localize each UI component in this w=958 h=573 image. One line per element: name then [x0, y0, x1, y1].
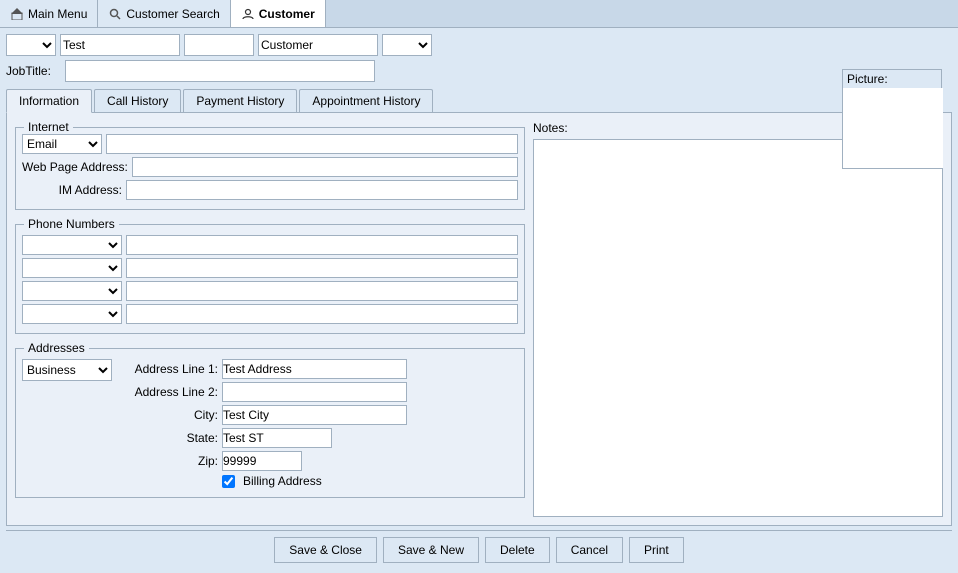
person-icon	[241, 7, 255, 21]
tab-payment-history-btn[interactable]: Payment History	[183, 89, 297, 112]
email-input[interactable]	[106, 134, 518, 154]
phone-type-select-2[interactable]: HomeWorkCellFax	[22, 258, 122, 278]
picture-box	[843, 88, 943, 168]
billing-label: Billing Address	[243, 474, 322, 488]
tab-call-history-btn[interactable]: Call History	[94, 89, 181, 112]
home-icon	[10, 7, 24, 21]
phone-section: Phone Numbers HomeWorkCellFax HomeWorkCe…	[15, 224, 525, 334]
phone-legend: Phone Numbers	[24, 217, 119, 231]
addr-city-label: City:	[118, 408, 218, 422]
addr-line2-input[interactable]	[222, 382, 407, 402]
tab-panel-information: Internet Email Web Page Address: IM Addr…	[6, 112, 952, 526]
addr-line1-input[interactable]	[222, 359, 407, 379]
phone-type-select-3[interactable]: HomeWorkCellFax	[22, 281, 122, 301]
email-type-select[interactable]: Email	[22, 134, 102, 154]
phone-row-3: HomeWorkCellFax	[22, 281, 518, 301]
name-prefix-select[interactable]: Mr. Mrs. Ms. Dr.	[6, 34, 56, 56]
last-name-input[interactable]	[258, 34, 378, 56]
addr-line2-row: Address Line 2:	[118, 382, 518, 402]
phone-type-select-4[interactable]: HomeWorkCellFax	[22, 304, 122, 324]
billing-checkbox[interactable]	[222, 475, 235, 488]
tab-main-menu-label: Main Menu	[28, 7, 87, 21]
title-bar: Main Menu Customer Search Customer	[0, 0, 958, 28]
internet-section: Internet Email Web Page Address: IM Addr…	[15, 127, 525, 210]
phone-input-3[interactable]	[126, 281, 518, 301]
phone-input-4[interactable]	[126, 304, 518, 324]
name-form-row: Mr. Mrs. Ms. Dr. Jr. Sr. II III Picture:	[6, 34, 952, 56]
addr-line1-label: Address Line 1:	[118, 362, 218, 376]
tab-customer-search-label: Customer Search	[126, 7, 219, 21]
addr-state-row: State:	[118, 428, 518, 448]
tab-customer[interactable]: Customer	[231, 0, 326, 27]
webpage-label: Web Page Address:	[22, 160, 128, 174]
webpage-input[interactable]	[132, 157, 518, 177]
jobtitle-row: JobTitle:	[6, 60, 952, 82]
address-type-col: Business Home Other	[22, 359, 112, 491]
phone-row-4: HomeWorkCellFax	[22, 304, 518, 324]
address-type-select[interactable]: Business Home Other	[22, 359, 112, 381]
im-input[interactable]	[126, 180, 518, 200]
addr-city-row: City:	[118, 405, 518, 425]
search-icon	[108, 7, 122, 21]
addr-state-input[interactable]	[222, 428, 332, 448]
tab-customer-search[interactable]: Customer Search	[98, 0, 230, 27]
name-suffix-select[interactable]: Jr. Sr. II III	[382, 34, 432, 56]
tab-customer-label: Customer	[259, 7, 315, 21]
im-label: IM Address:	[22, 183, 122, 197]
tab-left-col: Internet Email Web Page Address: IM Addr…	[15, 121, 525, 517]
addr-zip-label: Zip:	[118, 454, 218, 468]
addr-city-input[interactable]	[222, 405, 407, 425]
jobtitle-input[interactable]	[65, 60, 375, 82]
tab-main-menu[interactable]: Main Menu	[0, 0, 98, 27]
main-area: Mr. Mrs. Ms. Dr. Jr. Sr. II III Picture:…	[0, 28, 958, 573]
phone-row-1: HomeWorkCellFax	[22, 235, 518, 255]
addr-line2-label: Address Line 2:	[118, 385, 218, 399]
addresses-section: Addresses Business Home Other Address Li…	[15, 348, 525, 498]
addresses-legend: Addresses	[24, 341, 89, 355]
notes-textarea[interactable]	[533, 139, 943, 517]
addr-billing-row: Billing Address	[118, 474, 518, 488]
delete-button[interactable]: Delete	[485, 537, 550, 563]
addr-line1-row: Address Line 1:	[118, 359, 518, 379]
im-row: IM Address:	[22, 180, 518, 200]
internet-legend: Internet	[24, 120, 73, 134]
bottom-bar: Save & Close Save & New Delete Cancel Pr…	[6, 530, 952, 567]
tabs-row: Information Call History Payment History…	[6, 88, 952, 112]
webpage-row: Web Page Address:	[22, 157, 518, 177]
phone-input-1[interactable]	[126, 235, 518, 255]
email-row: Email	[22, 134, 518, 154]
phone-row-2: HomeWorkCellFax	[22, 258, 518, 278]
jobtitle-label: JobTitle:	[6, 64, 61, 78]
tab-appointment-history-btn[interactable]: Appointment History	[299, 89, 433, 112]
phone-type-select-1[interactable]: HomeWorkCellFax	[22, 235, 122, 255]
address-fields: Address Line 1: Address Line 2: City:	[118, 359, 518, 491]
middle-name-input[interactable]	[184, 34, 254, 56]
addr-zip-input[interactable]	[222, 451, 302, 471]
tab-information-btn[interactable]: Information	[6, 89, 92, 113]
save-close-button[interactable]: Save & Close	[274, 537, 377, 563]
phone-input-2[interactable]	[126, 258, 518, 278]
picture-label: Picture:	[843, 70, 941, 88]
picture-area: Picture:	[842, 69, 942, 169]
addr-state-label: State:	[118, 431, 218, 445]
print-button[interactable]: Print	[629, 537, 684, 563]
first-name-input[interactable]	[60, 34, 180, 56]
address-inner: Business Home Other Address Line 1: Addr…	[22, 359, 518, 491]
cancel-button[interactable]: Cancel	[556, 537, 623, 563]
addr-zip-row: Zip:	[118, 451, 518, 471]
save-new-button[interactable]: Save & New	[383, 537, 479, 563]
notes-area: Notes:	[533, 121, 943, 517]
